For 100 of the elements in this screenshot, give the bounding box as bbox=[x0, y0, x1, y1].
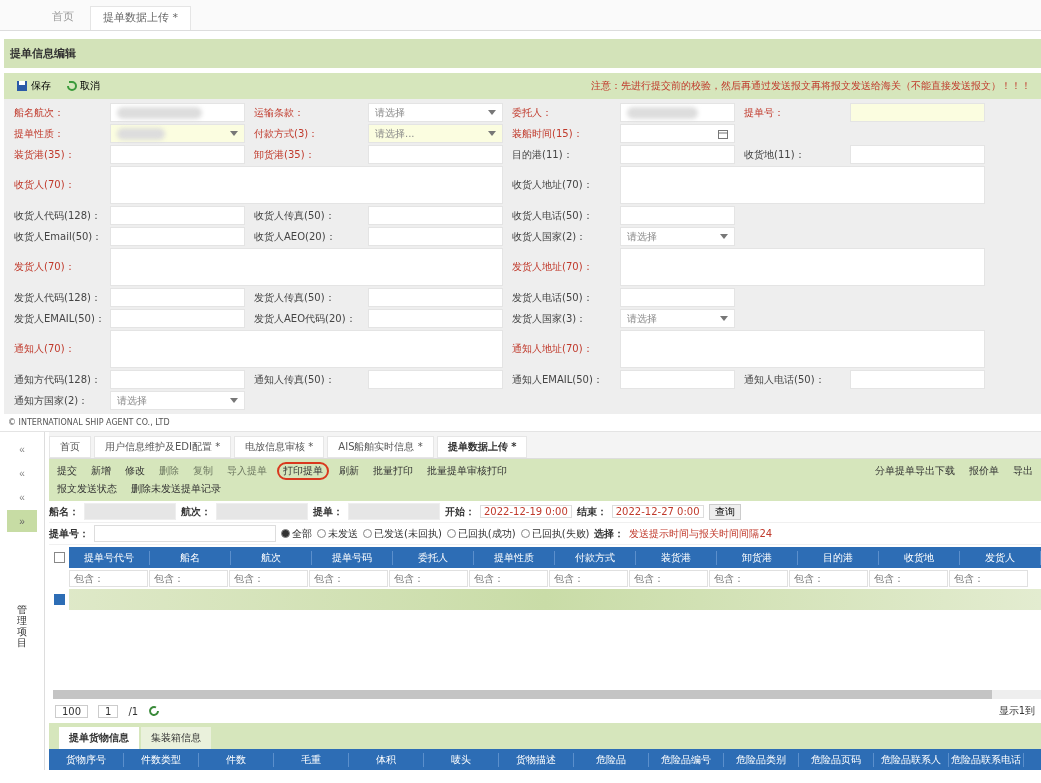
column-header[interactable]: 件数 bbox=[199, 752, 274, 767]
column-header[interactable]: 委托人 bbox=[393, 550, 474, 565]
input-field[interactable] bbox=[368, 309, 503, 328]
dropdown[interactable]: 请选择 bbox=[620, 309, 735, 328]
input-field[interactable] bbox=[368, 370, 503, 389]
input-field[interactable] bbox=[110, 145, 245, 164]
input-field[interactable] bbox=[368, 206, 503, 225]
column-header[interactable]: 发货人 bbox=[960, 550, 1041, 565]
column-header[interactable]: 目的港 bbox=[798, 550, 879, 565]
column-header[interactable]: 货物描述 bbox=[499, 752, 574, 767]
app-tab[interactable]: 用户信息维护及EDI配置 * bbox=[94, 436, 232, 458]
text-area[interactable] bbox=[110, 248, 503, 286]
text-area[interactable] bbox=[110, 330, 503, 368]
column-filter[interactable]: 包含： bbox=[389, 570, 468, 587]
text-area[interactable] bbox=[620, 330, 985, 368]
dropdown[interactable]: 请选择 bbox=[620, 227, 735, 246]
column-filter[interactable]: 包含： bbox=[869, 570, 948, 587]
action-button[interactable]: 刷新 bbox=[335, 464, 363, 478]
column-header[interactable]: 装货港 bbox=[636, 550, 717, 565]
column-header[interactable]: 危险品联系电话 bbox=[949, 752, 1024, 767]
status-radio[interactable]: 全部 bbox=[281, 526, 312, 541]
input-field[interactable] bbox=[850, 370, 985, 389]
input-field[interactable] bbox=[110, 206, 245, 225]
bill-number-field[interactable] bbox=[94, 525, 276, 542]
query-button[interactable]: 查询 bbox=[708, 503, 741, 520]
dropdown[interactable]: 请选择 bbox=[368, 103, 503, 122]
input-field[interactable] bbox=[110, 227, 245, 246]
input-field[interactable] bbox=[620, 370, 735, 389]
status-radio[interactable]: 已回执(失败) bbox=[520, 526, 590, 541]
column-header[interactable]: 毛重 bbox=[274, 752, 349, 767]
page-number-field[interactable]: 1 bbox=[98, 704, 119, 718]
action-button[interactable]: 报价单 bbox=[965, 464, 1003, 478]
action-button[interactable]: 报文发送状态 bbox=[53, 482, 121, 496]
status-radio[interactable]: 已发送(未回执) bbox=[363, 526, 442, 541]
input-field[interactable] bbox=[110, 309, 245, 328]
column-header[interactable]: 航次 bbox=[231, 550, 312, 565]
action-button[interactable]: 删除未发送提单记录 bbox=[127, 482, 225, 496]
action-button[interactable]: 提交 bbox=[53, 464, 81, 478]
column-filter[interactable]: 包含： bbox=[469, 570, 548, 587]
column-header[interactable]: 体积 bbox=[349, 752, 424, 767]
page-tab[interactable]: 提单数据上传 * bbox=[90, 6, 191, 30]
action-button[interactable]: 批量打印 bbox=[369, 464, 417, 478]
column-header[interactable]: 卸货港 bbox=[717, 550, 798, 565]
status-radio[interactable]: 未发送 bbox=[317, 526, 358, 541]
column-header[interactable]: 危险品联系人 bbox=[874, 752, 949, 767]
vessel-field[interactable] bbox=[84, 503, 176, 520]
column-header[interactable]: 提单性质 bbox=[474, 550, 555, 565]
column-header[interactable]: 危险品 bbox=[574, 752, 649, 767]
input-field[interactable] bbox=[368, 145, 503, 164]
collapse-button[interactable]: » bbox=[7, 510, 37, 532]
input-field[interactable] bbox=[620, 288, 735, 307]
column-filter[interactable]: 包含： bbox=[309, 570, 388, 587]
dropdown[interactable] bbox=[110, 124, 245, 143]
input-field[interactable] bbox=[850, 145, 985, 164]
column-filter[interactable]: 包含： bbox=[949, 570, 1028, 587]
text-area[interactable] bbox=[620, 166, 985, 204]
column-header[interactable]: 唛头 bbox=[424, 752, 499, 767]
app-tab[interactable]: AIS船舶实时信息 * bbox=[327, 436, 434, 458]
start-date-field[interactable]: 2022-12-19 0:00 bbox=[480, 505, 572, 518]
action-button[interactable]: 修改 bbox=[121, 464, 149, 478]
page-size-select[interactable]: 100 bbox=[55, 704, 89, 718]
toolbar-button[interactable]: 取消 bbox=[63, 77, 102, 95]
text-area[interactable] bbox=[620, 248, 985, 286]
column-header[interactable]: 危险品页码 bbox=[799, 752, 874, 767]
column-filter[interactable]: 包含： bbox=[149, 570, 228, 587]
action-button[interactable]: 批量提单审核打印 bbox=[423, 464, 511, 478]
input-field[interactable] bbox=[368, 288, 503, 307]
page-tab[interactable]: 首页 bbox=[40, 6, 86, 30]
horizontal-scrollbar[interactable] bbox=[53, 690, 1041, 699]
column-header[interactable]: 付款方式 bbox=[555, 550, 636, 565]
column-filter[interactable]: 包含： bbox=[709, 570, 788, 587]
row-checkbox[interactable] bbox=[53, 594, 65, 605]
refresh-icon[interactable] bbox=[148, 705, 161, 717]
action-button[interactable]: 导出 bbox=[1009, 464, 1037, 478]
column-header[interactable]: 提单号码 bbox=[312, 550, 393, 565]
status-radio[interactable]: 已回执(成功) bbox=[446, 526, 516, 541]
app-tab[interactable]: 电放信息审核 * bbox=[234, 436, 325, 458]
detail-tab[interactable]: 集装箱信息 bbox=[141, 727, 211, 749]
toolbar-button[interactable]: 保存 bbox=[14, 77, 53, 95]
input-field[interactable] bbox=[110, 370, 245, 389]
input-field[interactable] bbox=[620, 145, 735, 164]
action-button[interactable]: 打印提单 bbox=[277, 462, 329, 480]
voyage-field[interactable] bbox=[216, 503, 308, 520]
column-header[interactable]: 货物序号 bbox=[49, 752, 124, 767]
select-all-checkbox[interactable] bbox=[53, 552, 65, 563]
column-header[interactable]: 危险品类别 bbox=[724, 752, 799, 767]
input-field[interactable] bbox=[110, 103, 245, 122]
input-field[interactable] bbox=[110, 288, 245, 307]
column-header[interactable]: 件数类型 bbox=[124, 752, 199, 767]
column-header[interactable]: 收货地 bbox=[879, 550, 960, 565]
input-field[interactable] bbox=[620, 206, 735, 225]
text-area[interactable] bbox=[110, 166, 503, 204]
column-header[interactable]: 危险品编号 bbox=[649, 752, 724, 767]
column-filter[interactable]: 包含： bbox=[629, 570, 708, 587]
action-button[interactable]: 分单提单导出下载 bbox=[871, 464, 959, 478]
column-filter[interactable]: 包含： bbox=[69, 570, 148, 587]
column-filter[interactable]: 包含： bbox=[229, 570, 308, 587]
dropdown[interactable]: 请选择 bbox=[110, 391, 245, 410]
bill-field[interactable] bbox=[348, 503, 440, 520]
app-tab[interactable]: 首页 bbox=[49, 436, 91, 458]
